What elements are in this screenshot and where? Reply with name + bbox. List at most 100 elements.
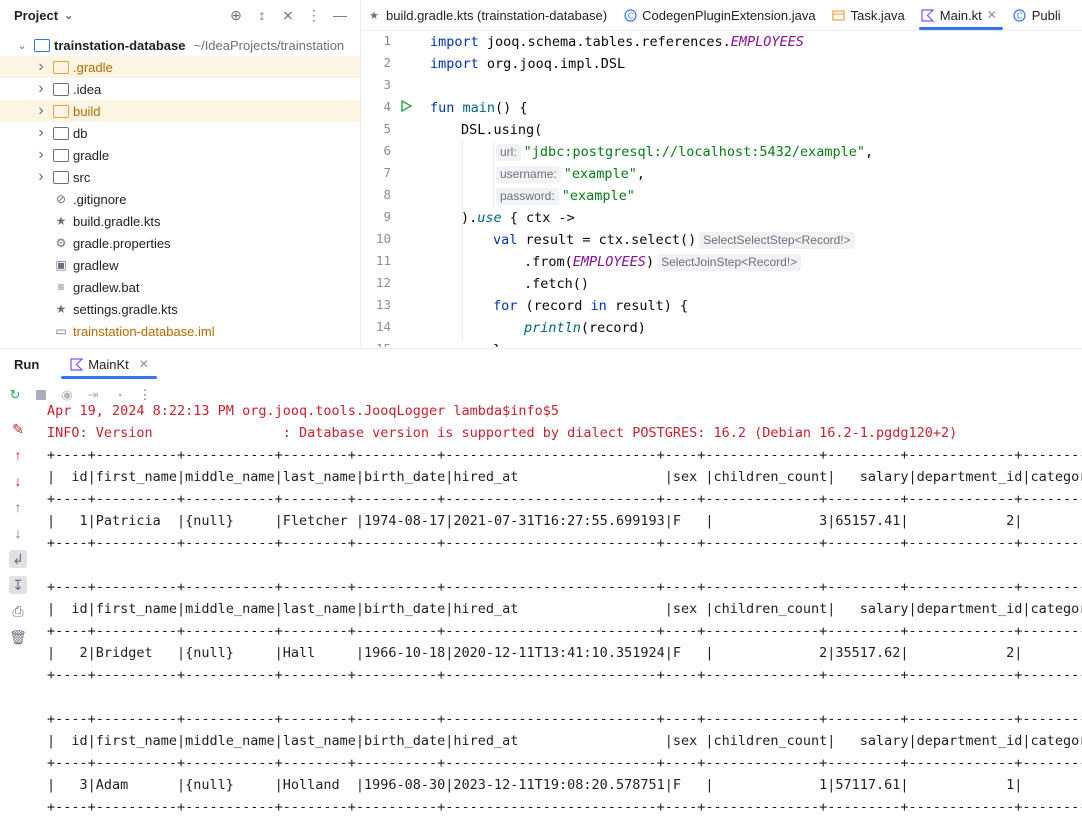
chevron-right-icon[interactable]: › [35, 102, 47, 120]
folder-icon [53, 170, 69, 184]
keyword: import [430, 34, 479, 50]
code-line-14: println(record) [524, 317, 646, 339]
up-arrow-icon[interactable]: ↑ [9, 446, 27, 464]
run-icon[interactable] [399, 99, 413, 116]
folder-icon [53, 104, 69, 118]
tree-item-label: .gitignore [73, 191, 127, 207]
tab-public[interactable]: C Publi [1007, 0, 1071, 30]
scroll-end-icon[interactable]: ↧ [9, 576, 27, 594]
indent-guide [462, 141, 463, 341]
project-title[interactable]: Project [14, 8, 58, 23]
exit-icon[interactable]: ⇥ [84, 386, 102, 404]
tree-item[interactable]: ≡ gradlew.bat [0, 276, 360, 298]
gear-icon: ⚙ [55, 236, 67, 250]
tab-task-java[interactable]: Task.java [826, 0, 915, 30]
tree-root[interactable]: ⌄ trainstation-database ~/IdeaProjects/t… [0, 34, 360, 56]
more-icon[interactable]: ⋮ [136, 386, 154, 404]
console-output[interactable]: Apr 19, 2024 8:22:13 PM org.jooq.tools.J… [36, 405, 1082, 825]
soft-wrap-icon[interactable]: ↲ [9, 550, 27, 568]
tree-item-label: .idea [73, 81, 102, 97]
line-number: 12 [375, 275, 391, 290]
trash-icon[interactable]: 🗑 [9, 628, 27, 646]
tree-item[interactable]: ⊘ .gitignore [0, 188, 360, 210]
line-number: 10 [375, 231, 391, 246]
hide-icon[interactable]: — [330, 5, 350, 25]
chevron-right-icon[interactable]: › [35, 146, 47, 164]
close-icon[interactable]: ✕ [987, 8, 997, 22]
tree-item[interactable]: ⚙ gradle.properties [0, 232, 360, 254]
code-line-6: url: "jdbc:postgresql://localhost:5432/ex… [493, 141, 873, 163]
run-tab-label: MainKt [88, 356, 129, 372]
function-name: use [477, 210, 502, 226]
tree-item[interactable]: › src [0, 166, 360, 188]
tree-item[interactable]: ★ build.gradle.kts [0, 210, 360, 232]
code-editor[interactable]: 1 2 3 4 5 6 7 8 9 10 11 12 13 14 15 impo… [361, 31, 1082, 347]
folder-icon [53, 126, 69, 140]
terminal-icon: ▣ [55, 258, 67, 272]
tree-item[interactable]: › gradle [0, 144, 360, 166]
tree-item[interactable]: ▭ trainstation-database.iml [0, 320, 360, 342]
chevron-down-icon[interactable]: ⌄ [16, 39, 28, 52]
edit-icon[interactable]: ✎ [9, 420, 27, 438]
keyword: for [493, 298, 518, 314]
console-line: | 2|Bridget |{null} |Hall |1966-10-18|20… [47, 645, 1082, 661]
line-number: 1 [383, 33, 391, 48]
print-icon[interactable]: ⎙ [9, 602, 27, 620]
tab-codegen-plugin-extension[interactable]: C CodegenPluginExtension.java [617, 0, 825, 30]
inlay-hint: password: [496, 188, 559, 205]
tree-item[interactable]: › build [0, 100, 360, 122]
code-text: (record) [580, 320, 646, 336]
module-file-icon: ▭ [55, 324, 67, 338]
class-icon: C [623, 8, 637, 22]
stop-icon[interactable] [32, 386, 50, 404]
chevron-right-icon[interactable]: › [35, 168, 47, 186]
chevron-right-icon[interactable]: › [35, 124, 47, 142]
keyword: in [590, 298, 607, 314]
more-icon[interactable]: ⋮ [304, 5, 324, 25]
code-text: , [865, 144, 874, 160]
tree-item[interactable]: › db [0, 122, 360, 144]
chevron-right-icon[interactable]: › [35, 80, 47, 98]
tree-item-label: .gradle [73, 59, 113, 75]
function-name: main [462, 100, 496, 116]
tree-item-label: src [73, 169, 91, 185]
tree-item-label: db [73, 125, 88, 141]
inlay-hint: username: [496, 166, 561, 183]
rerun-icon[interactable]: ↻ [6, 386, 24, 404]
down-icon[interactable]: ↓ [9, 524, 27, 542]
expand-icon[interactable]: ↕ [252, 5, 272, 25]
speedometer-icon[interactable]: ◔ [110, 386, 128, 404]
down-arrow-icon[interactable]: ↓ [9, 472, 27, 490]
code-text: jooq.schema.tables.references. [478, 34, 731, 50]
keyword: val [493, 232, 518, 248]
camera-icon[interactable]: ◉ [58, 386, 76, 404]
line-number: 6 [383, 143, 391, 158]
chevron-down-icon[interactable]: ⌄ [64, 9, 73, 22]
inlay-hint: SelectSelectStep<Record!> [699, 232, 855, 249]
function-name: println [524, 320, 581, 336]
tab-mainkt[interactable]: MainKt ✕ [61, 349, 157, 379]
code-text: () { [495, 100, 528, 116]
tab-main-kt[interactable]: Main.kt ✕ [915, 0, 1007, 30]
tree-item-label: build [73, 103, 101, 119]
run-title[interactable]: Run [14, 357, 39, 372]
console-line: +----+----------+-----------+--------+--… [47, 447, 1082, 463]
code-line-5: DSL.using( [461, 122, 543, 138]
close-icon[interactable]: ✕ [139, 357, 149, 371]
tree-item-label: build.gradle.kts [73, 213, 161, 229]
tree-item[interactable]: › .idea [0, 78, 360, 100]
tree-item-label: gradlew [73, 257, 119, 273]
tree-item[interactable]: › .gradle [0, 56, 360, 78]
target-icon[interactable]: ⊕ [226, 5, 246, 25]
console-line: | id|first_name|middle_name|last_name|bi… [47, 601, 1082, 617]
code-line-9: ).use { ctx -> [461, 207, 575, 229]
collapse-icon[interactable]: ⨯ [278, 5, 298, 25]
tab-build-gradle[interactable]: ★ build.gradle.kts (trainstation-databas… [361, 0, 617, 30]
console-line: +----+----------+-----------+--------+--… [47, 667, 1082, 683]
up-icon[interactable]: ↑ [9, 498, 27, 516]
console-line: +----+----------+-----------+--------+--… [47, 535, 1082, 551]
code-text: ). [461, 210, 478, 226]
chevron-right-icon[interactable]: › [35, 58, 47, 76]
tree-item[interactable]: ▣ gradlew [0, 254, 360, 276]
tree-item[interactable]: ★ settings.gradle.kts [0, 298, 360, 320]
